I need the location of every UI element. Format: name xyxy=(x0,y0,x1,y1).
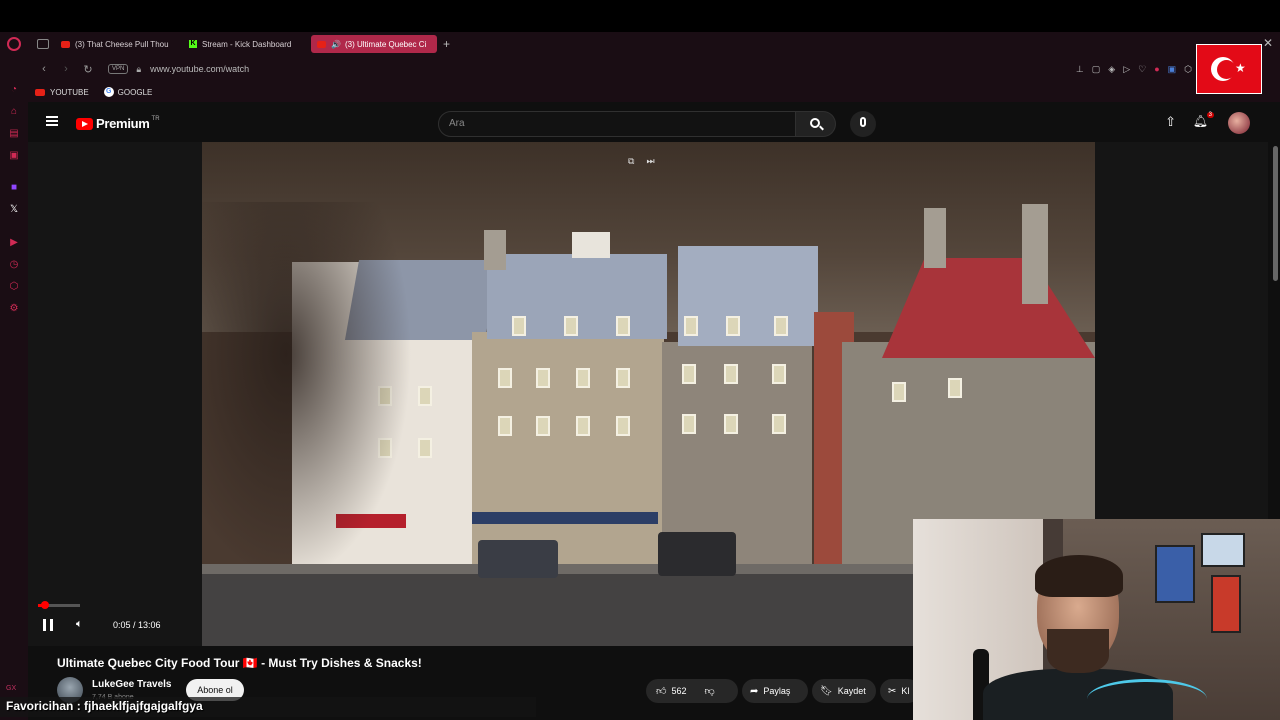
tab-kick-dashboard[interactable]: K Stream - Kick Dashboard xyxy=(183,35,305,53)
settings-gear-icon[interactable]: ⚙ xyxy=(8,303,20,315)
channel-name[interactable]: LukeGee Travels xyxy=(92,679,172,690)
extensions-icon[interactable]: ⬡ xyxy=(8,281,20,293)
kick-icon: K xyxy=(189,40,197,48)
opera-gx-logo-icon[interactable] xyxy=(7,37,21,51)
history-icon[interactable]: ◷ xyxy=(8,259,20,271)
heart-icon[interactable]: ♡ xyxy=(1138,64,1146,75)
vpn-badge[interactable]: VPN xyxy=(108,64,129,74)
shield-icon[interactable]: ◈ xyxy=(1108,64,1115,75)
wall-poster xyxy=(1211,575,1241,633)
url-field[interactable]: www.youtube.com/watch xyxy=(150,64,249,74)
back-chevron-icon[interactable]: ‹ xyxy=(38,63,50,75)
upload-icon[interactable]: ⇧ xyxy=(1165,114,1176,130)
wall-poster xyxy=(1201,533,1245,567)
youtube-icon xyxy=(61,40,70,48)
forward-chevron-icon[interactable]: › xyxy=(60,63,72,75)
page-scrollbar[interactable] xyxy=(1273,146,1278,281)
browser-sidebar: ◔ ⌂ ▤ ▣ ■ 𝕏 ▶ ◷ ⬡ ⚙ GX xyxy=(0,56,28,720)
extension-toolbar: ⊥ ▢ ◈ ▷ ♡ ● ▣ ⬡ xyxy=(1076,64,1192,75)
speaker-icon[interactable]: 🔊 xyxy=(331,40,341,49)
thumbs-up-icon[interactable]: 👍︎ xyxy=(656,685,666,697)
video-title: Ultimate Quebec City Food Tour 🇨🇦 - Must… xyxy=(57,656,422,670)
like-dislike-group: 👍︎ 562 👎︎ xyxy=(646,679,738,703)
extension-translate-icon[interactable]: ▣ xyxy=(1168,64,1177,75)
stream-chat-overlay: Favoricihan : fjhaeklfjajfgajgalfgya xyxy=(0,697,536,717)
youtube-icon xyxy=(35,88,45,96)
youtube-play-logo-icon xyxy=(76,117,93,130)
sidebar-player-play-icon[interactable]: ▶ xyxy=(8,237,20,249)
window-close-icon[interactable]: ✕ xyxy=(1263,36,1273,50)
lock-icon[interactable]: 🔒︎ xyxy=(136,64,141,75)
scissors-icon: ✂ xyxy=(888,685,897,697)
save-button[interactable]: 🔖︎ Kaydet xyxy=(812,679,876,703)
miniplayer-icon[interactable]: ⧉ xyxy=(628,156,634,167)
notification-count-badge: 3 xyxy=(1206,112,1214,118)
account-avatar[interactable] xyxy=(1228,112,1250,134)
tab-quebec-food-tour[interactable]: 🔊 (3) Ultimate Quebec Ci xyxy=(311,35,437,53)
sidebar-shop-icon[interactable]: ⌂ xyxy=(8,106,20,118)
youtube-icon xyxy=(317,40,326,48)
time-display: 0:05 / 13:06 xyxy=(113,620,161,630)
sidebar-player-icon[interactable]: ◔ xyxy=(8,84,20,96)
streamer-webcam xyxy=(913,519,1280,720)
like-count[interactable]: 562 xyxy=(671,686,686,696)
reload-icon[interactable]: ↻ xyxy=(82,63,94,76)
notifications-bell-icon[interactable]: 🔔︎ xyxy=(1193,114,1208,128)
voice-search-mic-icon[interactable] xyxy=(850,111,876,137)
pin-icon[interactable]: ⊥ xyxy=(1076,64,1084,75)
extension-red-icon[interactable]: ● xyxy=(1154,64,1159,75)
skip-icon[interactable]: ⏭ xyxy=(646,156,654,167)
bookmark-icon: 🔖︎ xyxy=(820,685,833,697)
wall-poster xyxy=(1155,545,1195,603)
screenshot-icon[interactable]: ▢ xyxy=(1092,64,1101,75)
share-arrow-icon: ➦ xyxy=(750,685,759,697)
sidebar-messenger-icon[interactable]: ▣ xyxy=(8,150,20,162)
top-black-bar xyxy=(0,0,1280,32)
browser-tab-bar: (3) That Cheese Pull Thou K Stream - Kic… xyxy=(0,32,1280,56)
youtube-header: Premium TR Ara ⇧ 🔔︎ 3 xyxy=(28,102,1280,142)
play-icon[interactable]: ▷ xyxy=(1123,64,1130,75)
youtube-premium-logo[interactable]: Premium TR xyxy=(76,116,160,131)
google-icon: G xyxy=(103,87,114,97)
address-bar: ‹ › ↻ VPN 🔒︎ www.youtube.com/watch ⊥ ▢ ◈… xyxy=(28,56,1280,82)
pause-icon[interactable] xyxy=(43,619,53,631)
gx-badge: GX xyxy=(6,685,17,692)
bare-tree xyxy=(202,202,412,582)
pickup-truck xyxy=(658,532,736,576)
twitch-icon[interactable]: ■ xyxy=(8,182,20,194)
sidebar-news-icon[interactable]: ▤ xyxy=(8,128,20,140)
thumbs-down-icon[interactable]: 👎︎ xyxy=(704,685,714,697)
progress-scrubber-handle[interactable] xyxy=(41,601,49,609)
bookmark-google[interactable]: G GOOGLE xyxy=(103,87,152,97)
x-twitter-icon[interactable]: 𝕏 xyxy=(8,204,20,216)
video-overlay-controls: ⧉ ⏭ xyxy=(628,156,655,167)
tab-overview-icon[interactable] xyxy=(37,39,49,49)
hamburger-menu-icon[interactable] xyxy=(46,116,58,126)
bookmarks-bar: YOUTUBE G GOOGLE xyxy=(28,82,1280,102)
new-tab-plus-icon[interactable]: + xyxy=(443,37,450,51)
search-button[interactable] xyxy=(796,111,836,137)
turkish-flag-image: ★ xyxy=(1196,44,1262,94)
tab-cheese-pull[interactable]: (3) That Cheese Pull Thou xyxy=(55,35,177,53)
volume-icon[interactable]: 🔈︎ xyxy=(76,618,83,631)
car xyxy=(478,540,558,578)
bookmark-youtube[interactable]: YOUTUBE xyxy=(35,88,89,97)
share-button[interactable]: ➦ Paylaş xyxy=(742,679,808,703)
search-input[interactable]: Ara xyxy=(438,111,796,137)
puzzle-icon[interactable]: ⬡ xyxy=(1184,64,1192,75)
